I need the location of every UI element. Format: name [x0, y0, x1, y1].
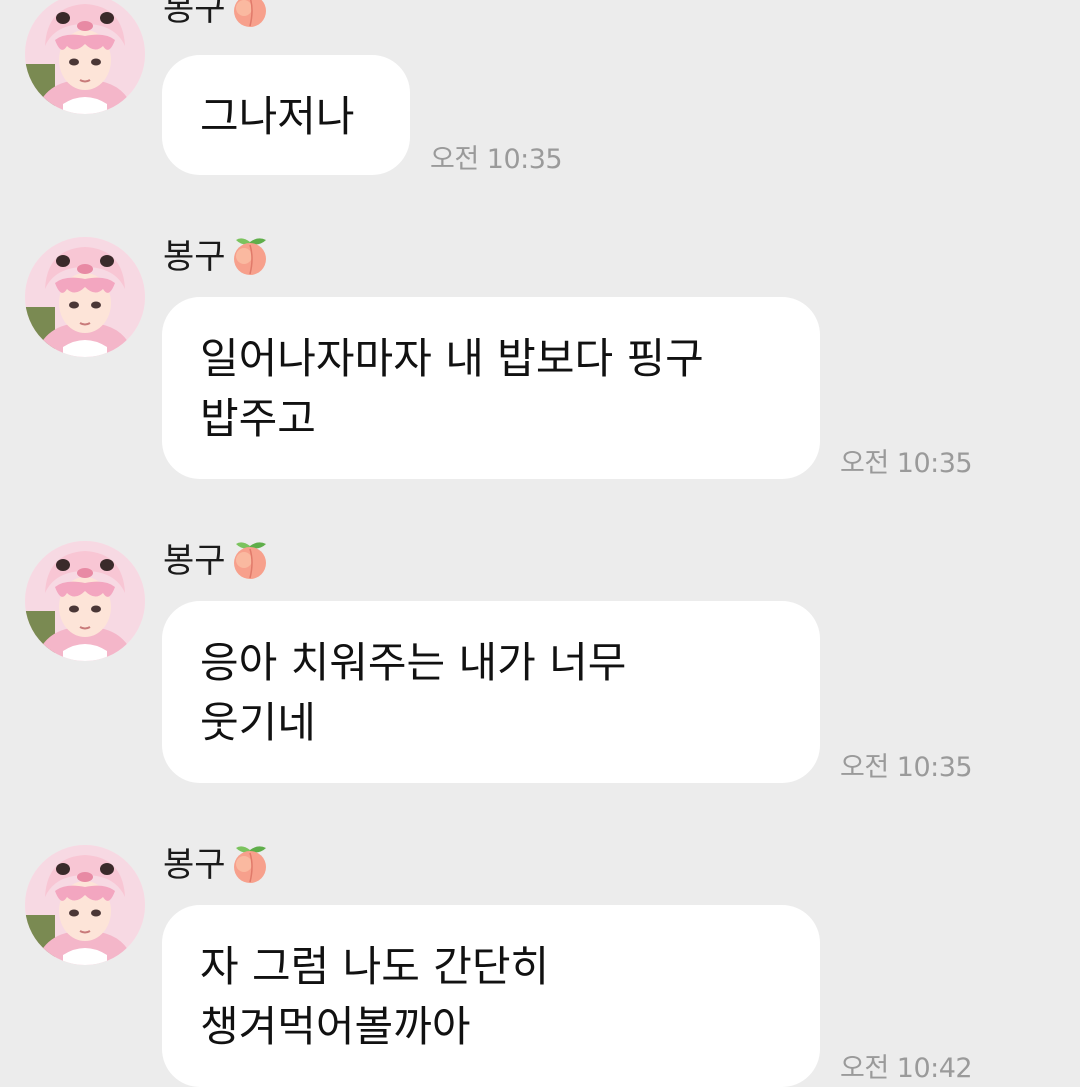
sender-name: 봉구	[163, 844, 272, 885]
avatar[interactable]	[25, 0, 145, 114]
avatar[interactable]	[25, 237, 145, 357]
message-time: 오전 10:42	[840, 1053, 973, 1084]
sender-name: 봉구	[163, 540, 272, 581]
avatar[interactable]	[25, 541, 145, 661]
message-time: 오전 10:35	[430, 144, 563, 175]
message-time: 오전 10:35	[840, 752, 973, 783]
message-bubble[interactable]: 응아 치워주는 내가 너무 웃기네	[162, 601, 820, 783]
avatar[interactable]	[25, 845, 145, 965]
message-bubble[interactable]: 일어나자마자 내 밥보다 핑구 밥주고	[162, 297, 820, 479]
sender-label: 봉구	[163, 541, 226, 581]
sender-name: 봉구	[163, 0, 272, 29]
sender-label: 봉구	[163, 0, 226, 29]
sender-name: 봉구	[163, 236, 272, 277]
chat-thread: 봉구 그나저나 오전 10:35 봉구 일어나자마자 내 밥보다 핑구 밥주고 …	[0, 0, 1080, 1087]
peach-icon	[228, 0, 272, 28]
message-bubble[interactable]: 자 그럼 나도 간단히 챙겨먹어볼까아	[162, 905, 820, 1087]
message-time: 오전 10:35	[840, 448, 973, 479]
peach-icon	[228, 540, 272, 580]
peach-icon	[228, 236, 272, 276]
message-bubble[interactable]: 그나저나	[162, 55, 410, 175]
sender-label: 봉구	[163, 237, 226, 277]
sender-label: 봉구	[163, 845, 226, 885]
peach-icon	[228, 844, 272, 884]
